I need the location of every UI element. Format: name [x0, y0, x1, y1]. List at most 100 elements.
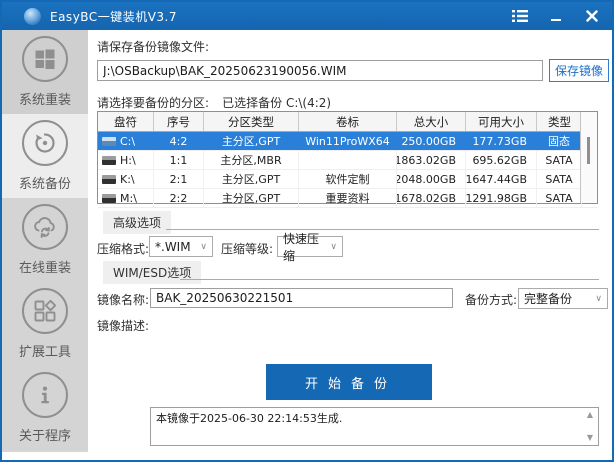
scrollbar-thumb[interactable] — [587, 137, 590, 164]
cell-index: 4:2 — [154, 132, 204, 150]
cell-disk-type: SATA — [537, 189, 582, 207]
compress-format-select[interactable]: *.WIM ∨ — [149, 236, 213, 257]
chevron-down-icon: ∨ — [200, 242, 207, 252]
cell-index: 2:1 — [154, 170, 204, 188]
image-desc-textarea[interactable]: 本镜像于2025-06-30 22:14:53生成. ▲▼ — [150, 407, 599, 446]
cell-volume-label: 软件定制 — [299, 170, 397, 188]
disk-icon — [102, 175, 116, 184]
cell-volume-label: 重要资料 — [299, 189, 397, 207]
info-icon — [22, 372, 68, 418]
app-window: EasyBC一键装机V3.7 系统重装 系统备份 — [0, 0, 614, 462]
table-row[interactable]: H:\ 1:1 主分区,MBR 1863.02GB 695.62GB SATA — [98, 151, 597, 170]
tools-grid-icon — [22, 288, 68, 334]
backup-mode-value: 完整备份 — [524, 290, 572, 307]
disk-icon — [102, 137, 116, 146]
cell-partition-type: 主分区,MBR — [204, 151, 299, 169]
cell-volume-label — [299, 151, 397, 169]
sidebar-item-extension-tools[interactable]: 扩展工具 — [2, 282, 88, 366]
disk-icon — [102, 156, 116, 165]
backup-mode-label: 备份方式: — [465, 291, 517, 308]
cell-free-size: 1647.44GB — [466, 170, 537, 188]
sidebar-item-online-reinstall[interactable]: 在线重装 — [2, 198, 88, 282]
tab-wim-esd-options[interactable]: WIM/ESD选项 — [103, 261, 201, 284]
image-path-input[interactable] — [97, 60, 543, 81]
cell-partition-type: 主分区,GPT — [204, 170, 299, 188]
chevron-down-icon: ∨ — [595, 294, 602, 304]
arrow-up-icon[interactable]: ▲ — [587, 411, 593, 419]
tab-advanced-options[interactable]: 高级选项 — [103, 211, 171, 234]
compress-level-value: 快速压缩 — [283, 230, 326, 264]
image-desc-label: 镜像描述: — [97, 317, 149, 334]
col-header-total-size[interactable]: 总大小 — [397, 112, 466, 131]
partition-selected-value: 已选择备份 C:\(4:2) — [222, 96, 331, 110]
col-header-volume-label[interactable]: 卷标 — [299, 112, 397, 131]
sidebar-item-system-backup[interactable]: 系统备份 — [2, 114, 88, 198]
close-icon[interactable] — [582, 6, 602, 26]
cell-disk-type: 固态 — [537, 132, 582, 150]
wim-esd-group-line — [180, 279, 599, 280]
col-header-disk-type[interactable]: 类型 — [537, 112, 582, 131]
sidebar-item-label: 在线重装 — [19, 257, 71, 276]
cell-drive: K:\ — [120, 173, 135, 186]
table-header-row: 盘符 序号 分区类型 卷标 总大小 可用大小 类型 — [98, 112, 597, 132]
app-logo-icon — [24, 8, 41, 25]
cell-volume-label: Win11ProWX64 — [299, 132, 397, 150]
window-controls — [510, 6, 602, 26]
partition-select-row: 请选择要备份的分区: 已选择备份 C:\(4:2) — [97, 92, 331, 111]
image-desc-text: 本镜像于2025-06-30 22:14:53生成. — [156, 412, 342, 425]
cell-drive: C:\ — [120, 135, 135, 148]
cell-total-size: 2048.00GB — [397, 170, 466, 188]
sidebar-item-label: 系统重装 — [19, 89, 71, 108]
table-row[interactable]: M:\ 2:2 主分区,GPT 重要资料 1678.02GB 1291.98GB… — [98, 189, 597, 208]
compress-level-label: 压缩等级: — [221, 240, 273, 257]
partition-select-label: 请选择要备份的分区: — [97, 96, 209, 110]
table-row[interactable]: K:\ 2:1 主分区,GPT 软件定制 2048.00GB 1647.44GB… — [98, 170, 597, 189]
partition-table: 盘符 序号 分区类型 卷标 总大小 可用大小 类型 C:\ 4:2 主分区,GP… — [97, 111, 598, 204]
cell-free-size: 1291.98GB — [466, 189, 537, 207]
cell-free-size: 177.73GB — [466, 132, 537, 150]
cell-index: 2:2 — [154, 189, 204, 207]
compress-format-value: *.WIM — [155, 240, 191, 254]
chevron-down-icon: ∨ — [330, 242, 337, 252]
col-header-drive[interactable]: 盘符 — [98, 112, 154, 131]
table-row[interactable]: C:\ 4:2 主分区,GPT Win11ProWX64 250.00GB 17… — [98, 132, 597, 151]
cloud-sync-icon — [22, 204, 68, 250]
cell-disk-type: SATA — [537, 151, 582, 169]
main-panel: 请保存备份镜像文件: 保存镜像 请选择要备份的分区: 已选择备份 C:\(4:2… — [88, 30, 612, 460]
col-header-free-size[interactable]: 可用大小 — [466, 112, 537, 131]
col-header-index[interactable]: 序号 — [154, 112, 204, 131]
cell-total-size: 1863.02GB — [397, 151, 466, 169]
cell-total-size: 1678.02GB — [397, 189, 466, 207]
sidebar-item-system-reinstall[interactable]: 系统重装 — [2, 30, 88, 114]
table-scrollbar[interactable] — [580, 112, 597, 203]
titlebar: EasyBC一键装机V3.7 — [2, 2, 612, 32]
advanced-group-line — [166, 229, 599, 230]
disk-icon — [102, 194, 116, 203]
minimize-icon[interactable] — [546, 6, 566, 26]
textarea-scroll-arrows[interactable]: ▲▼ — [584, 411, 596, 442]
cell-partition-type: 主分区,GPT — [204, 189, 299, 207]
cell-drive: M:\ — [120, 192, 137, 205]
cell-free-size: 695.62GB — [466, 151, 537, 169]
start-backup-button[interactable]: 开始备份 — [266, 364, 432, 400]
menu-icon[interactable] — [510, 6, 530, 26]
compress-format-label: 压缩格式: — [97, 240, 149, 257]
save-image-label: 请保存备份镜像文件: — [97, 38, 209, 55]
sidebar-item-label: 关于程序 — [19, 425, 71, 444]
sidebar-item-about[interactable]: 关于程序 — [2, 366, 88, 450]
cell-drive: H:\ — [120, 154, 136, 167]
backup-mode-select[interactable]: 完整备份 ∨ — [518, 288, 608, 309]
image-name-input[interactable] — [150, 288, 453, 308]
save-image-button[interactable]: 保存镜像 — [549, 59, 609, 82]
image-name-label: 镜像名称: — [97, 291, 149, 308]
col-header-partition-type[interactable]: 分区类型 — [204, 112, 299, 131]
sidebar-item-label: 系统备份 — [19, 173, 71, 192]
cell-index: 1:1 — [154, 151, 204, 169]
arrow-down-icon[interactable]: ▼ — [587, 434, 593, 442]
compress-level-select[interactable]: 快速压缩∨ — [277, 236, 343, 257]
cell-disk-type: SATA — [537, 170, 582, 188]
windows-icon — [22, 36, 68, 82]
cell-partition-type: 主分区,GPT — [204, 132, 299, 150]
window-title: EasyBC一键装机V3.7 — [50, 8, 177, 25]
restore-icon — [22, 120, 68, 166]
